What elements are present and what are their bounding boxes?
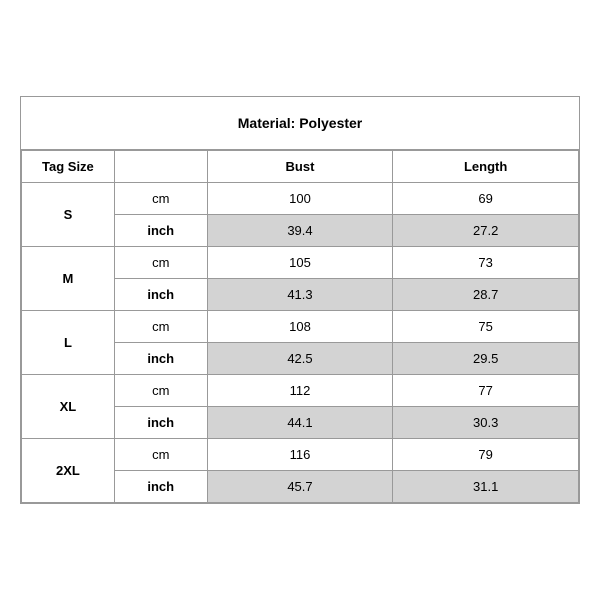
size-label: 2XL	[22, 439, 115, 503]
table-row: Mcm10573	[22, 247, 579, 279]
unit-cm: cm	[114, 439, 207, 471]
size-table: Tag Size Bust Length Scm10069inch39.427.…	[21, 150, 579, 503]
header-tag-size: Tag Size	[22, 151, 115, 183]
size-chart-container: Material: Polyester Tag Size Bust Length…	[20, 96, 580, 504]
unit-inch: inch	[114, 279, 207, 311]
header-length: Length	[393, 151, 579, 183]
length-cm: 79	[393, 439, 579, 471]
table-row: XLcm11277	[22, 375, 579, 407]
length-cm: 77	[393, 375, 579, 407]
bust-inch: 45.7	[207, 471, 393, 503]
bust-inch: 39.4	[207, 215, 393, 247]
unit-inch: inch	[114, 215, 207, 247]
header-bust: Bust	[207, 151, 393, 183]
bust-cm: 112	[207, 375, 393, 407]
length-inch: 31.1	[393, 471, 579, 503]
table-row: Scm10069	[22, 183, 579, 215]
table-row: Lcm10875	[22, 311, 579, 343]
size-label: L	[22, 311, 115, 375]
length-inch: 27.2	[393, 215, 579, 247]
length-cm: 75	[393, 311, 579, 343]
unit-cm: cm	[114, 183, 207, 215]
length-inch: 30.3	[393, 407, 579, 439]
unit-inch: inch	[114, 471, 207, 503]
length-inch: 29.5	[393, 343, 579, 375]
unit-cm: cm	[114, 247, 207, 279]
table-row: 2XLcm11679	[22, 439, 579, 471]
length-cm: 69	[393, 183, 579, 215]
bust-inch: 44.1	[207, 407, 393, 439]
unit-cm: cm	[114, 375, 207, 407]
bust-inch: 42.5	[207, 343, 393, 375]
bust-cm: 100	[207, 183, 393, 215]
size-label: S	[22, 183, 115, 247]
unit-cm: cm	[114, 311, 207, 343]
length-inch: 28.7	[393, 279, 579, 311]
length-cm: 73	[393, 247, 579, 279]
bust-cm: 108	[207, 311, 393, 343]
bust-inch: 41.3	[207, 279, 393, 311]
header-unit	[114, 151, 207, 183]
unit-inch: inch	[114, 343, 207, 375]
chart-title: Material: Polyester	[21, 97, 579, 150]
size-label: M	[22, 247, 115, 311]
bust-cm: 105	[207, 247, 393, 279]
bust-cm: 116	[207, 439, 393, 471]
size-label: XL	[22, 375, 115, 439]
unit-inch: inch	[114, 407, 207, 439]
